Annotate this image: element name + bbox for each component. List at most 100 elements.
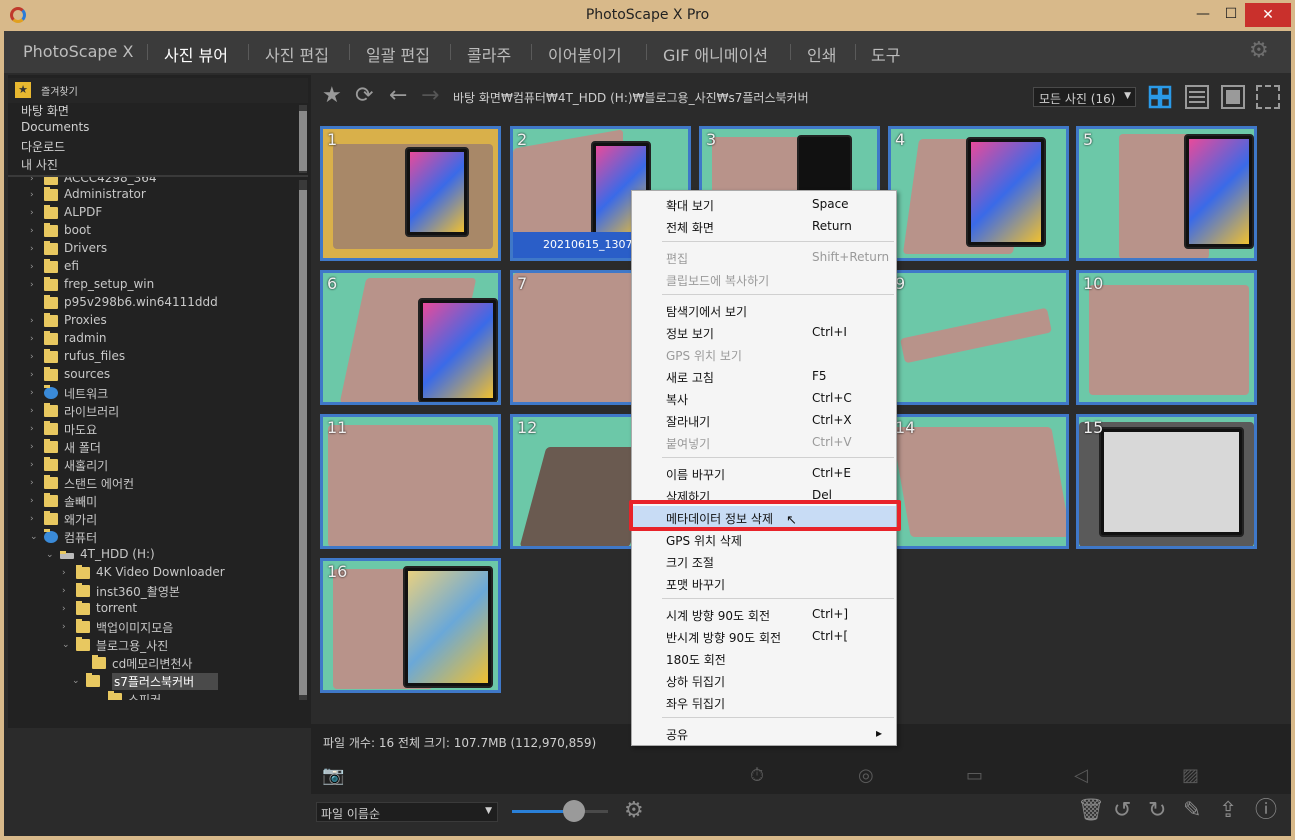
menu-photoscape-x[interactable]: PhotoScape X bbox=[23, 42, 133, 61]
thumbnail[interactable]: 1 bbox=[320, 126, 501, 261]
tree-item[interactable]: › Administrator bbox=[30, 187, 290, 205]
tree-item[interactable]: › 왜가리 bbox=[30, 511, 290, 529]
settings-gear-icon[interactable]: ⚙ bbox=[1249, 40, 1271, 62]
ctx-copy-to-clipboard[interactable]: 클립보드에 복사하기 bbox=[632, 268, 896, 290]
forward-arrow-icon[interactable]: → bbox=[421, 84, 439, 108]
maximize-button[interactable]: ☐ bbox=[1218, 3, 1244, 27]
tree-item[interactable]: › 새홀리기 bbox=[30, 457, 290, 475]
tree-item-drive[interactable]: ⌄ 4T_HDD (H:) bbox=[46, 547, 296, 565]
favorite-item-my-pictures[interactable]: 내 사진 bbox=[21, 156, 58, 173]
tree-item[interactable]: › radmin bbox=[30, 331, 290, 349]
menu-collage[interactable]: 콜라주 bbox=[467, 42, 511, 66]
sort-select[interactable]: 파일 이름순 ▼ bbox=[316, 802, 498, 822]
thumbnail[interactable]: 6 bbox=[320, 270, 501, 405]
ctx-rotate-ccw[interactable]: 반시계 방향 90도 회전 Ctrl+[ bbox=[632, 625, 896, 647]
favorite-item-downloads[interactable]: 다운로드 bbox=[21, 138, 65, 155]
edit-icon[interactable]: ✎ bbox=[1183, 799, 1201, 823]
slider-handle[interactable] bbox=[563, 800, 585, 822]
tree-scrollbar[interactable] bbox=[299, 180, 307, 700]
ctx-refresh[interactable]: 새로 고침 F5 bbox=[632, 365, 896, 387]
tree-item[interactable]: › torrent bbox=[62, 601, 298, 619]
tree-item[interactable]: 스피커 bbox=[94, 691, 298, 700]
refresh-icon[interactable]: ⟳ bbox=[355, 84, 373, 108]
ctx-rotate-180[interactable]: 180도 회전 bbox=[632, 647, 896, 669]
tree-scroll-thumb[interactable] bbox=[299, 190, 307, 695]
thumbnail[interactable]: 4 bbox=[888, 126, 1069, 261]
ctx-cut[interactable]: 잘라내기 Ctrl+X bbox=[632, 409, 896, 431]
ctx-change-format[interactable]: 포맷 바꾸기 bbox=[632, 572, 896, 594]
tree-item[interactable]: › inst360_촬영본 bbox=[62, 583, 298, 601]
ctx-show-in-explorer[interactable]: 탐색기에서 보기 bbox=[632, 299, 896, 321]
thumbnail[interactable]: 10 bbox=[1076, 270, 1257, 405]
fullscreen-icon[interactable] bbox=[1256, 85, 1280, 109]
share-icon[interactable]: ⇪ bbox=[1219, 799, 1237, 823]
ctx-share[interactable]: 공유 ▸ bbox=[632, 722, 896, 744]
favorites-header[interactable]: ★ 즐겨찾기 bbox=[8, 78, 308, 103]
rotate-right-icon[interactable]: ↻ bbox=[1148, 799, 1166, 823]
photo-filter-select[interactable]: 모든 사진 (16) ▼ bbox=[1033, 87, 1136, 107]
tree-item[interactable]: › Drivers bbox=[30, 241, 290, 259]
ctx-gps-view[interactable]: GPS 위치 보기 bbox=[632, 343, 896, 365]
thumbnail[interactable]: 16 bbox=[320, 558, 501, 693]
grid-view-icon[interactable] bbox=[1148, 85, 1172, 109]
favorites-scroll-thumb[interactable] bbox=[299, 111, 307, 171]
tree-item[interactable]: › rufus_files bbox=[30, 349, 290, 367]
thumbnail[interactable]: 5 bbox=[1076, 126, 1257, 261]
tree-item[interactable]: › efi bbox=[30, 259, 290, 277]
tree-item-selected[interactable]: ⌄ s7플러스북커버 bbox=[72, 673, 298, 691]
tree-item[interactable]: › boot bbox=[30, 223, 290, 241]
menu-batch-edit[interactable]: 일괄 편집 bbox=[366, 42, 430, 66]
close-button[interactable]: ✕ bbox=[1245, 3, 1291, 27]
ctx-full-screen[interactable]: 전체 화면 Return bbox=[632, 215, 896, 237]
ctx-paste[interactable]: 붙여넣기 Ctrl+V bbox=[632, 431, 896, 453]
menu-combine[interactable]: 이어붙이기 bbox=[548, 42, 622, 66]
tree-item[interactable]: › 4K Video Downloader bbox=[62, 565, 298, 583]
favorites-scrollbar[interactable] bbox=[299, 105, 307, 173]
star-icon[interactable]: ★ bbox=[322, 84, 342, 108]
tree-item[interactable]: › frep_setup_win bbox=[30, 277, 290, 295]
ctx-remove-gps[interactable]: GPS 위치 삭제 bbox=[632, 528, 896, 550]
tree-item[interactable]: › Proxies bbox=[30, 313, 290, 331]
single-view-icon[interactable] bbox=[1221, 85, 1245, 109]
tree-item[interactable]: p95v298b6.win64111ddd bbox=[30, 295, 290, 313]
ctx-info[interactable]: 정보 보기 Ctrl+I bbox=[632, 321, 896, 343]
menu-photo-viewer[interactable]: 사진 뷰어 bbox=[164, 42, 228, 66]
tree-item[interactable]: › 새 폴더 bbox=[30, 439, 290, 457]
ctx-edit[interactable]: 편집 Shift+Return bbox=[632, 246, 896, 268]
menu-tools[interactable]: 도구 bbox=[871, 42, 900, 66]
tree-item[interactable]: › 스탠드 에어컨 bbox=[30, 475, 290, 493]
tree-item-library[interactable]: › 라이브러리 bbox=[30, 403, 290, 421]
ctx-resize[interactable]: 크기 조절 bbox=[632, 550, 896, 572]
thumbnail-settings-gear-icon[interactable]: ⚙ bbox=[624, 799, 644, 823]
trash-icon[interactable]: 🗑 bbox=[1077, 799, 1105, 823]
thumbnail[interactable]: 14 bbox=[888, 414, 1069, 549]
back-arrow-icon[interactable]: ← bbox=[389, 84, 407, 108]
tree-item[interactable]: › ALPDF bbox=[30, 205, 290, 223]
favorite-item-documents[interactable]: Documents bbox=[21, 120, 89, 134]
favorite-item-desktop[interactable]: 바탕 화면 bbox=[21, 103, 69, 119]
tree-item-network[interactable]: › 네트워크 bbox=[30, 385, 290, 403]
thumbnail[interactable]: 9 bbox=[888, 270, 1069, 405]
tree-item-computer[interactable]: ⌄ 컴퓨터 bbox=[30, 529, 290, 547]
thumbnail[interactable]: 15 bbox=[1076, 414, 1257, 549]
info-icon[interactable]: ⓘ bbox=[1255, 799, 1277, 823]
ctx-flip-horizontal[interactable]: 좌우 뒤집기 bbox=[632, 691, 896, 713]
ctx-copy[interactable]: 복사 Ctrl+C bbox=[632, 387, 896, 409]
menu-photo-editor[interactable]: 사진 편집 bbox=[265, 42, 329, 66]
tree-item[interactable]: cd메모리변천사 bbox=[78, 655, 298, 673]
ctx-rotate-cw[interactable]: 시계 방향 90도 회전 Ctrl+] bbox=[632, 603, 896, 625]
minimize-button[interactable]: — bbox=[1188, 3, 1218, 27]
tree-item[interactable]: ⌄ 블로그용_사진 bbox=[62, 637, 298, 655]
tree-item[interactable]: › 마도요 bbox=[30, 421, 290, 439]
tree-item[interactable]: › 솔빼미 bbox=[30, 493, 290, 511]
rotate-left-icon[interactable]: ↺ bbox=[1113, 799, 1131, 823]
tree-item[interactable]: › sources bbox=[30, 367, 290, 385]
menu-gif-animation[interactable]: GIF 애니메이션 bbox=[663, 42, 768, 66]
menu-print[interactable]: 인쇄 bbox=[807, 42, 836, 66]
list-view-icon[interactable] bbox=[1185, 85, 1209, 109]
ctx-zoom-view[interactable]: 확대 보기 Space bbox=[632, 193, 896, 215]
ctx-rename[interactable]: 이름 바꾸기 Ctrl+E bbox=[632, 462, 896, 484]
ctx-flip-vertical[interactable]: 상하 뒤집기 bbox=[632, 669, 896, 691]
thumbnail[interactable]: 11 bbox=[320, 414, 501, 549]
breadcrumb[interactable]: 바탕 화면₩컴퓨터₩4T_HDD (H:)₩블로그용_사진₩s7플러스북커버 bbox=[453, 89, 809, 106]
